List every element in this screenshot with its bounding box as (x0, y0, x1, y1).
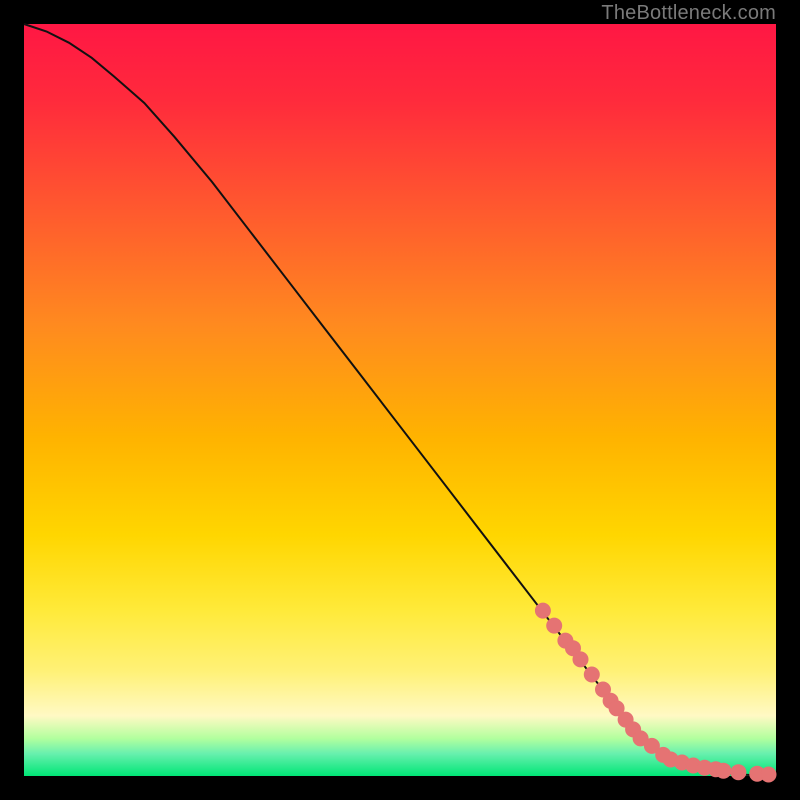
highlight-dot (535, 603, 550, 618)
bottleneck-curve (24, 24, 776, 776)
curve-svg (24, 24, 776, 776)
highlight-dot (761, 767, 776, 782)
highlight-dot (547, 618, 562, 633)
attribution-text: TheBottleneck.com (601, 2, 776, 25)
plot-area (24, 24, 776, 776)
highlight-dot (584, 667, 599, 682)
highlight-dots (535, 603, 776, 782)
chart-frame: TheBottleneck.com (0, 0, 800, 800)
highlight-dot (716, 763, 731, 778)
highlight-dot (573, 652, 588, 667)
highlight-dot (731, 765, 746, 780)
